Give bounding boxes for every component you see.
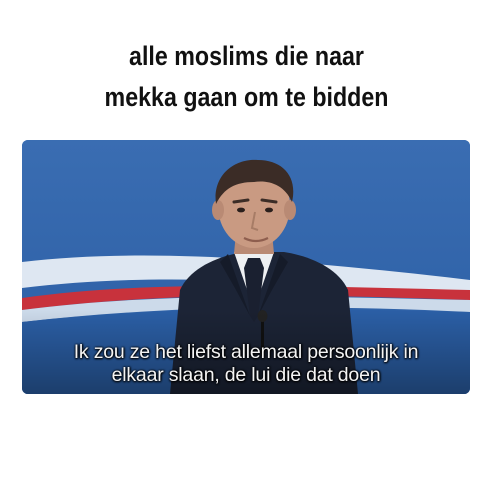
subtitle-line-2: elkaar slaan, de lui die dat doen (111, 364, 381, 386)
video-subtitle: Ik zou ze het liefst allemaal persoonlij… (22, 341, 470, 387)
right-eye (265, 207, 273, 213)
video-still: Ik zou ze het liefst allemaal persoonlij… (22, 140, 470, 394)
left-eye (237, 207, 245, 213)
caption-line-2: mekka gaan om te bidden (104, 82, 389, 112)
caption-line-1: alle moslims die naar (129, 41, 364, 71)
right-ear (284, 200, 296, 220)
left-ear (212, 200, 224, 220)
meme-caption: alle moslims die naar mekka gaan om te b… (35, 36, 459, 118)
left-brow (232, 198, 250, 204)
subtitle-line-1: Ik zou ze het liefst allemaal persoonlij… (73, 341, 419, 363)
right-brow (260, 198, 278, 204)
